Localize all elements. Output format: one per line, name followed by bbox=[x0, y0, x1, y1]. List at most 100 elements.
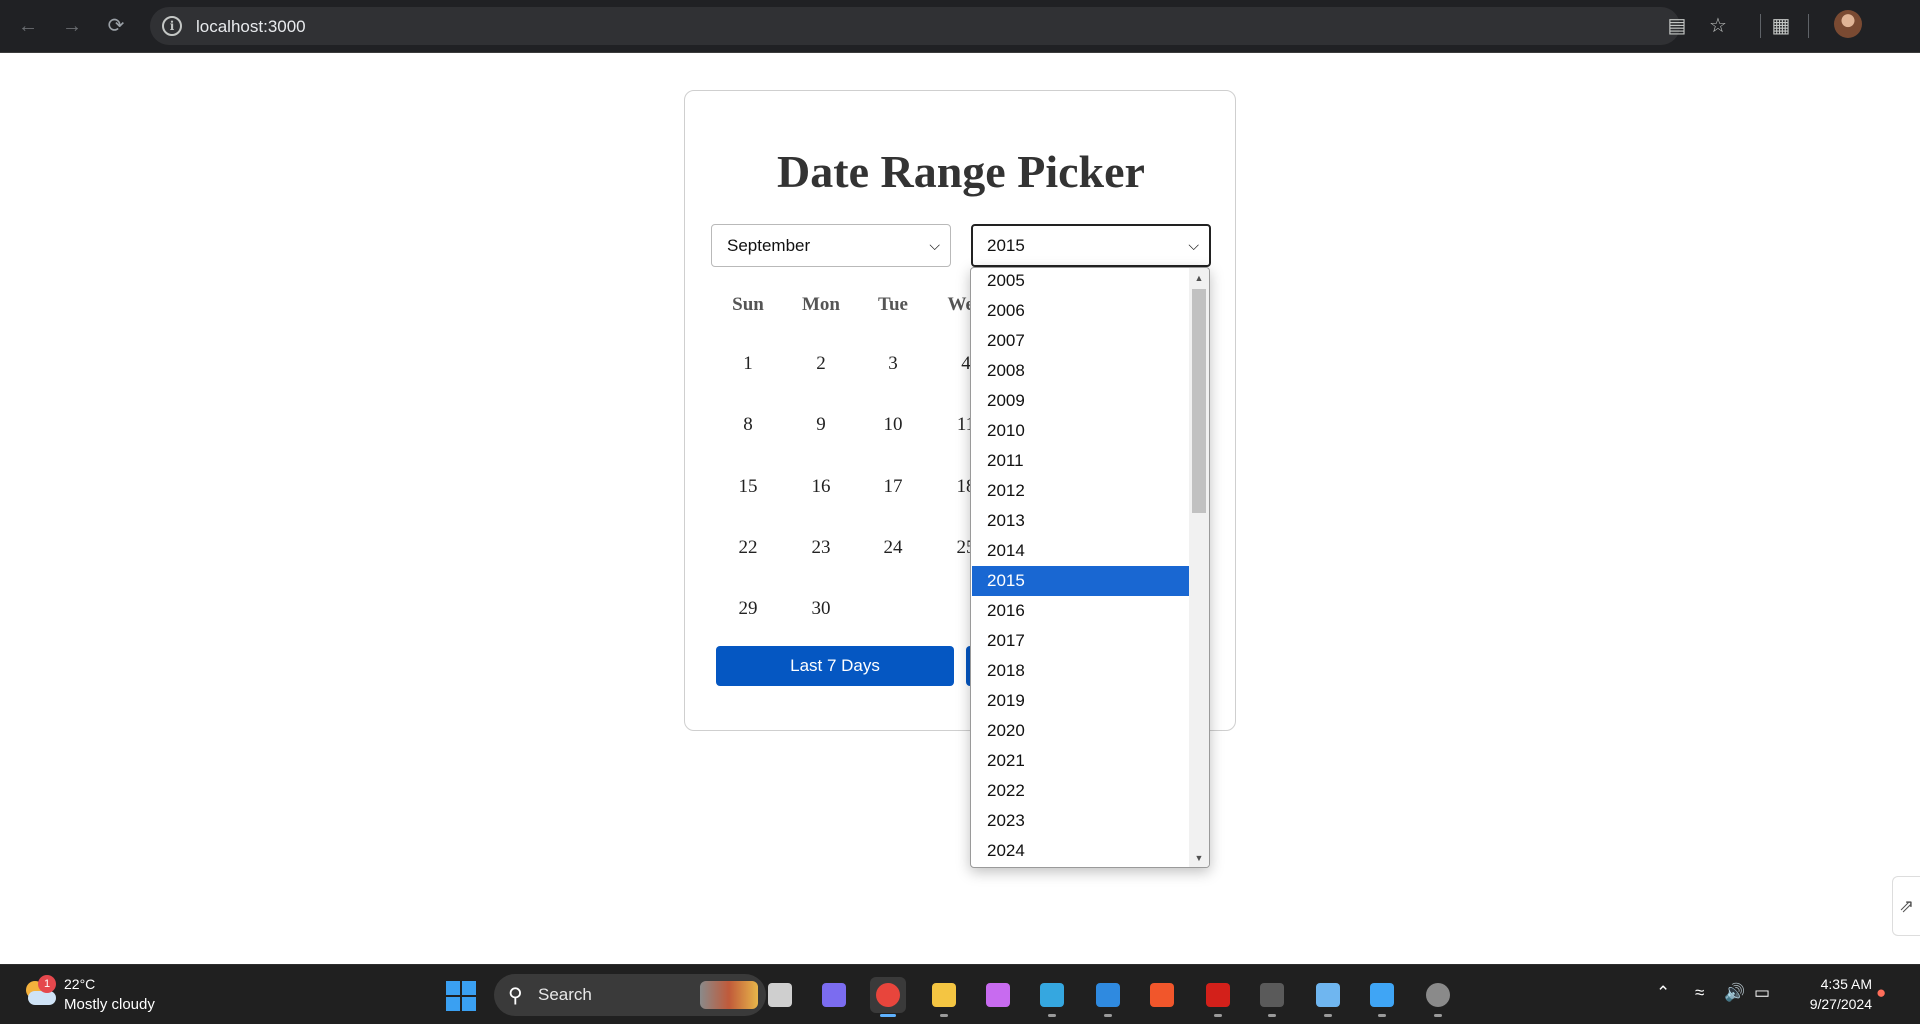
wifi-icon[interactable]: ≈ bbox=[1695, 983, 1704, 1003]
year-option[interactable]: 2018 bbox=[972, 656, 1189, 686]
chrome-taskbar-icon[interactable] bbox=[870, 977, 906, 1017]
year-option[interactable]: 2014 bbox=[972, 536, 1189, 566]
calendar-day[interactable]: 1 bbox=[718, 353, 778, 375]
url-text[interactable]: localhost:3000 bbox=[196, 17, 306, 37]
show-hidden-icons-chevron-icon[interactable]: ⌃ bbox=[1656, 983, 1670, 1003]
weather-icon[interactable]: 1 bbox=[22, 975, 56, 1009]
calendar-day[interactable]: 8 bbox=[718, 414, 778, 436]
running-indicator bbox=[1104, 1014, 1112, 1017]
year-option[interactable]: 2007 bbox=[972, 326, 1189, 356]
calendar-day[interactable]: 10 bbox=[863, 414, 923, 436]
back-icon[interactable]: ← bbox=[12, 10, 44, 42]
terminal-taskbar-icon[interactable] bbox=[1254, 977, 1290, 1017]
taskbar-search[interactable]: ⚲ Search bbox=[494, 974, 766, 1016]
search-label: Search bbox=[538, 985, 592, 1004]
brave-taskbar-icon[interactable] bbox=[1144, 977, 1180, 1013]
site-info-icon[interactable]: i bbox=[162, 16, 182, 36]
weather-temp[interactable]: 22°C bbox=[64, 976, 95, 992]
scrollbar-thumb[interactable] bbox=[1192, 289, 1206, 513]
brave-icon bbox=[1150, 983, 1174, 1007]
year-option[interactable]: 2009 bbox=[972, 386, 1189, 416]
toolbar-divider bbox=[1760, 14, 1761, 38]
calendar-day[interactable]: 23 bbox=[791, 537, 851, 559]
search-icon: ⚲ bbox=[508, 985, 523, 1007]
vscode-taskbar-icon[interactable] bbox=[1090, 977, 1126, 1017]
calendar-day[interactable]: 17 bbox=[863, 476, 923, 498]
notepad-taskbar-icon[interactable] bbox=[1310, 977, 1346, 1017]
clock-date: 9/27/2024 bbox=[1809, 996, 1872, 1012]
settings-taskbar-icon[interactable] bbox=[1420, 977, 1456, 1017]
calendar-day[interactable]: 16 bbox=[791, 476, 851, 498]
clock-time: 4:35 AM bbox=[1820, 976, 1872, 992]
task-view-taskbar-icon[interactable] bbox=[762, 977, 798, 1013]
scroll-up-arrow-icon[interactable]: ▲ bbox=[1189, 273, 1209, 283]
address-bar[interactable]: i localhost:3000 bbox=[150, 7, 1680, 45]
calendar-day[interactable]: 9 bbox=[791, 414, 851, 436]
weekday-header: Sun bbox=[732, 294, 764, 315]
copilot-taskbar-icon[interactable] bbox=[980, 977, 1016, 1013]
windows-start-icon[interactable] bbox=[446, 981, 476, 1011]
remote-desktop-taskbar-icon[interactable] bbox=[1034, 977, 1070, 1017]
cloud-icon bbox=[28, 991, 56, 1005]
year-option[interactable]: 2022 bbox=[972, 776, 1189, 806]
remote-desktop-icon bbox=[1040, 983, 1064, 1007]
year-option[interactable]: 2020 bbox=[972, 716, 1189, 746]
notepad-icon bbox=[1316, 983, 1340, 1007]
calendar-day[interactable]: 30 bbox=[791, 598, 851, 620]
year-option[interactable]: 2024 bbox=[972, 836, 1189, 866]
last-7-days-button[interactable]: Last 7 Days bbox=[716, 646, 954, 686]
running-indicator bbox=[1048, 1014, 1056, 1017]
reload-icon[interactable]: ⟳ bbox=[100, 10, 132, 42]
month-select-value: September bbox=[727, 236, 811, 255]
calendar-day[interactable]: 15 bbox=[718, 476, 778, 498]
calendar-day[interactable]: 3 bbox=[863, 353, 923, 375]
volume-icon[interactable]: 🔊 bbox=[1724, 983, 1745, 1003]
file-explorer-taskbar-icon[interactable] bbox=[926, 977, 962, 1017]
scroll-down-arrow-icon[interactable]: ▼ bbox=[1189, 853, 1209, 863]
photos-taskbar-icon[interactable] bbox=[1364, 977, 1400, 1017]
calendar-day[interactable]: 29 bbox=[718, 598, 778, 620]
extensions-icon[interactable]: ▦ bbox=[1766, 11, 1796, 41]
running-indicator bbox=[1378, 1014, 1386, 1017]
system-clock[interactable]: 4:35 AM 9/27/2024 bbox=[1780, 976, 1872, 1012]
year-option[interactable]: 2015 bbox=[972, 566, 1189, 596]
running-indicator bbox=[1214, 1014, 1222, 1017]
year-option[interactable]: 2005 bbox=[972, 268, 1189, 296]
year-option[interactable]: 2006 bbox=[972, 296, 1189, 326]
meet-taskbar-icon[interactable] bbox=[816, 977, 852, 1013]
year-option[interactable]: 2023 bbox=[972, 806, 1189, 836]
battery-icon[interactable]: ▭ bbox=[1754, 983, 1770, 1003]
weather-badge: 1 bbox=[38, 975, 56, 993]
year-option[interactable]: 2012 bbox=[972, 476, 1189, 506]
year-select[interactable]: 2015 ⌵ bbox=[971, 224, 1211, 267]
year-option[interactable]: 2016 bbox=[972, 596, 1189, 626]
side-panel-tab-icon[interactable]: ⇗ bbox=[1892, 876, 1920, 936]
calendar-day[interactable]: 2 bbox=[791, 353, 851, 375]
acrobat-taskbar-icon[interactable] bbox=[1200, 977, 1236, 1017]
year-option[interactable]: 2021 bbox=[972, 746, 1189, 776]
running-indicator bbox=[1434, 1014, 1442, 1017]
month-select[interactable]: September ⌵ bbox=[711, 224, 951, 267]
year-option[interactable]: 2019 bbox=[972, 686, 1189, 716]
dropdown-scrollbar[interactable]: ▲ ▼ bbox=[1189, 268, 1209, 867]
year-option[interactable]: 2008 bbox=[972, 356, 1189, 386]
year-option[interactable]: 2013 bbox=[972, 506, 1189, 536]
chevron-down-icon: ⌵ bbox=[929, 237, 940, 253]
year-option[interactable]: 2011 bbox=[972, 446, 1189, 476]
year-option[interactable]: 2010 bbox=[972, 416, 1189, 446]
taskbar: 1 22°C Mostly cloudy ⚲ Search ⌃ ≈ 🔊 ▭ 4:… bbox=[0, 964, 1920, 1024]
calendar-day[interactable]: 24 bbox=[863, 537, 923, 559]
year-dropdown-list: 2005 2006 2007 2008 2009 2010 2011 2012 2013 2014… bbox=[970, 267, 1210, 868]
running-indicator bbox=[880, 1014, 896, 1017]
weather-condition[interactable]: Mostly cloudy bbox=[64, 996, 155, 1013]
install-app-icon[interactable]: ▤ bbox=[1662, 11, 1692, 41]
forward-icon[interactable]: → bbox=[56, 10, 88, 42]
copilot-icon bbox=[986, 983, 1010, 1007]
chevron-down-icon: ⌵ bbox=[1188, 237, 1199, 253]
settings-icon bbox=[1426, 983, 1450, 1007]
calendar-day[interactable]: 22 bbox=[718, 537, 778, 559]
notification-bell-icon[interactable]: ● bbox=[1876, 983, 1886, 1003]
bookmark-star-icon[interactable]: ☆ bbox=[1703, 11, 1733, 41]
profile-avatar[interactable] bbox=[1834, 10, 1862, 38]
year-option[interactable]: 2017 bbox=[972, 626, 1189, 656]
